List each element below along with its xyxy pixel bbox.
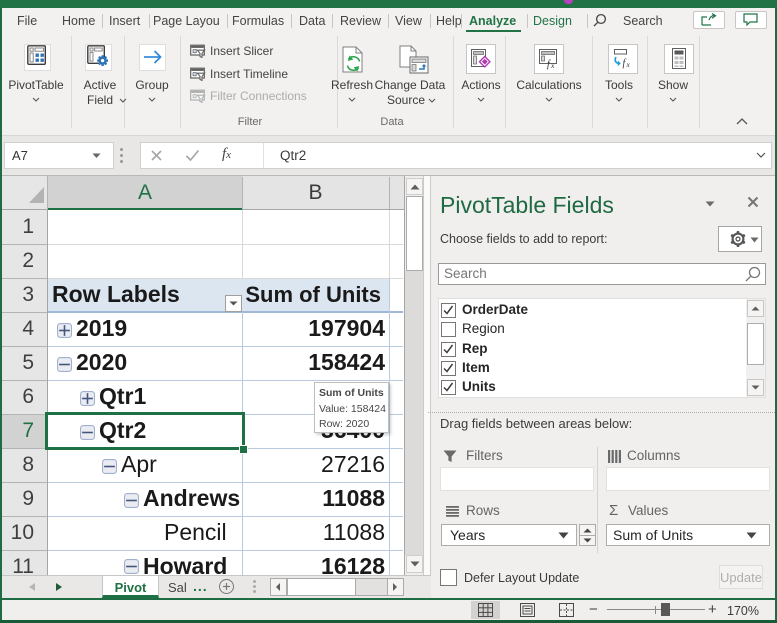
svg-text:x: x <box>626 60 631 69</box>
svg-text:x: x <box>550 61 555 70</box>
